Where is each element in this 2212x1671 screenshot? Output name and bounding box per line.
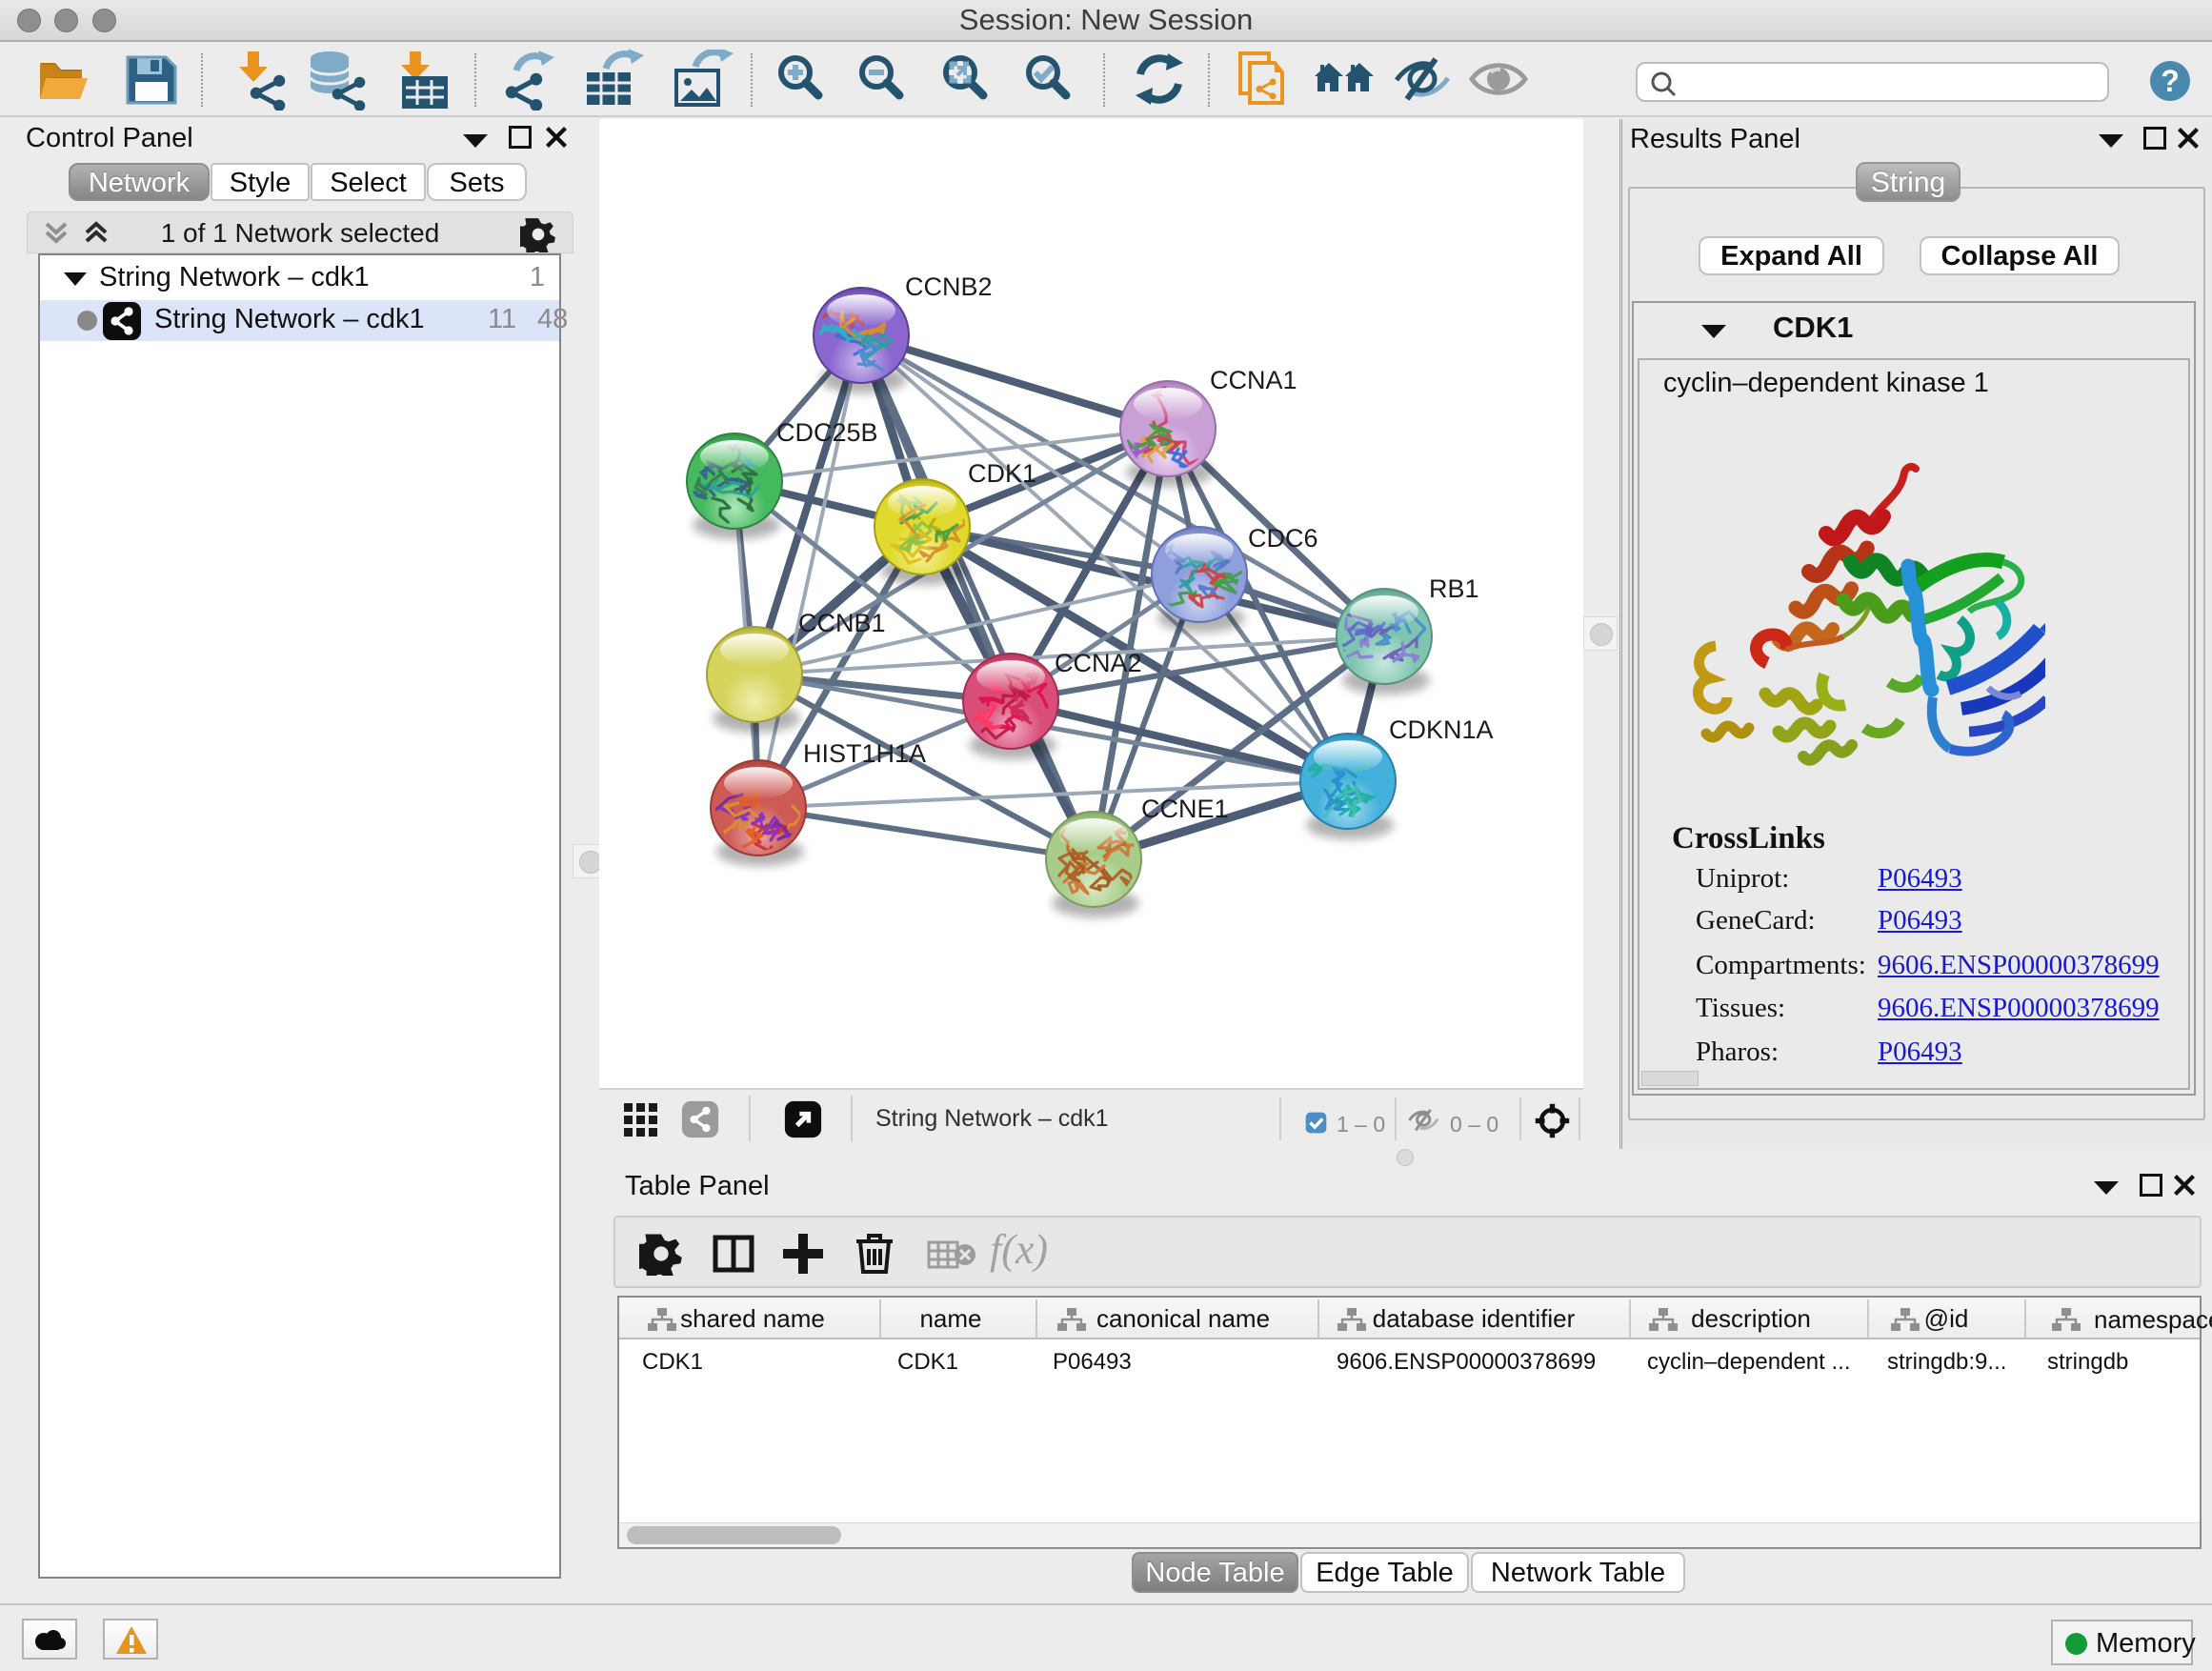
svg-text:CCNB1: CCNB1 xyxy=(798,609,886,637)
svg-text:?: ? xyxy=(2161,64,2180,98)
svg-text:CCNE1: CCNE1 xyxy=(1141,795,1229,823)
svg-text:CDC6: CDC6 xyxy=(1248,524,1318,553)
svg-text:CCNB2: CCNB2 xyxy=(905,272,993,301)
svg-text:CCNA1: CCNA1 xyxy=(1210,366,1297,394)
svg-text:CDKN1A: CDKN1A xyxy=(1389,715,1494,744)
svg-text:CDK1: CDK1 xyxy=(968,459,1036,488)
svg-text:CDC25B: CDC25B xyxy=(776,418,878,447)
svg-text:CCNA2: CCNA2 xyxy=(1055,649,1142,677)
svg-text:RB1: RB1 xyxy=(1429,574,1479,603)
svg-text:HIST1H1A: HIST1H1A xyxy=(803,739,926,768)
